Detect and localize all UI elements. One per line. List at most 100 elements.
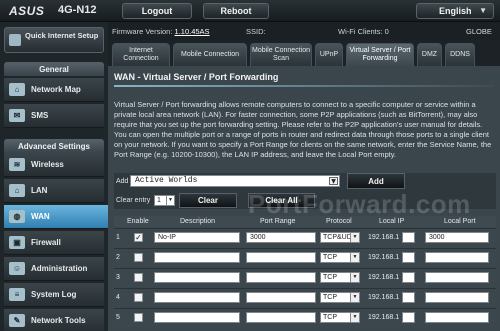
enable-checkbox[interactable] <box>134 293 143 302</box>
general-section-header: General <box>4 62 104 76</box>
tab-dmz[interactable]: DMZ <box>417 43 442 66</box>
local-port-input[interactable]: 3000 <box>425 232 489 243</box>
firmware-info: Firmware Version: 1.10.45AS <box>112 27 210 36</box>
port-range-input[interactable]: 3000 <box>246 232 316 243</box>
local-ip-input[interactable] <box>402 252 415 263</box>
firmware-version-link[interactable]: 1.10.45AS <box>175 27 210 36</box>
table-row: 2 TCP ▼ 192.168.1 <box>114 248 496 267</box>
clear-entry-value: 1 <box>157 197 161 204</box>
quick-internet-setup-button[interactable]: Quick Internet Setup <box>4 27 104 53</box>
tab-upnp[interactable]: UPnP <box>315 43 343 66</box>
port-range-input[interactable] <box>246 272 316 283</box>
enable-checkbox[interactable] <box>134 253 143 262</box>
tab-virtual-server[interactable]: Virtual Server / Port Forwarding <box>346 43 414 66</box>
title-divider <box>114 85 494 87</box>
protocol-select[interactable]: TCP ▼ <box>320 272 360 283</box>
row-number: 5 <box>116 314 120 321</box>
model-name: 4G-N12 <box>58 4 97 16</box>
enable-checkbox[interactable] <box>134 313 143 322</box>
protocol-select[interactable]: TCP&UDP ▼ <box>320 232 360 243</box>
sidebar-item-label: LAN <box>31 186 48 195</box>
add-label: Add <box>116 178 129 185</box>
local-port-input[interactable] <box>425 292 489 303</box>
wrench-icon: ✎ <box>9 314 25 327</box>
chevron-down-icon: ▼ <box>166 196 174 205</box>
globe-icon: ◍ <box>9 210 25 223</box>
chevron-down-icon: ▼ <box>350 293 359 302</box>
sidebar-item-lan[interactable]: ⌂ LAN <box>4 179 104 203</box>
local-ip-prefix: 192.168.1 <box>368 314 400 321</box>
row-number: 4 <box>116 294 120 301</box>
local-ip-input[interactable] <box>402 272 415 283</box>
sidebar-item-label: System Log <box>31 290 77 299</box>
sidebar-item-network-tools[interactable]: ✎ Network Tools <box>4 309 104 331</box>
chevron-down-icon: ▼ <box>479 6 487 15</box>
local-port-input[interactable] <box>425 312 489 323</box>
port-range-input[interactable] <box>246 292 316 303</box>
local-ip-input[interactable] <box>402 292 415 303</box>
sidebar-item-administration[interactable]: ☺ Administration <box>4 257 104 281</box>
clear-entry-label: Clear entry <box>116 197 151 204</box>
reboot-button[interactable]: Reboot <box>203 3 269 19</box>
sidebar-item-label: Network Map <box>31 85 81 94</box>
tab-mobile-connection[interactable]: Mobile Connection <box>173 43 247 66</box>
enable-checkbox[interactable]: ✓ <box>134 233 143 242</box>
wifi-clients[interactable]: Wi-Fi Clients: 0 <box>338 27 389 36</box>
sidebar-item-network-map[interactable]: ⌂ Network Map <box>4 78 104 102</box>
protocol-select[interactable]: TCP ▼ <box>320 312 360 323</box>
ssid-label: SSID: <box>246 27 266 36</box>
chevron-down-icon: ▼ <box>350 273 359 282</box>
chevron-down-icon: ▼ <box>350 233 359 242</box>
logout-button[interactable]: Logout <box>122 3 192 19</box>
sidebar-item-label: SMS <box>31 111 49 120</box>
description-input[interactable]: No-IP <box>154 232 240 243</box>
service-select[interactable]: Active Worlds ▼ <box>130 175 340 187</box>
main-content: WAN - Virtual Server / Port Forwarding V… <box>108 66 500 331</box>
port-range-input[interactable] <box>246 252 316 263</box>
firmware-label: Firmware Version: <box>112 27 173 36</box>
col-description: Description <box>180 218 216 225</box>
home-icon: ⌂ <box>9 184 25 197</box>
router-admin-page: ASUS 4G-N12 Logout Reboot English ▼ Firm… <box>0 0 500 331</box>
chevron-down-icon: ▼ <box>350 253 359 262</box>
tab-mobile-connection-scan[interactable]: Mobile Connection Scan <box>250 43 312 66</box>
advanced-section-header: Advanced Settings <box>4 139 104 153</box>
clear-button[interactable]: Clear <box>179 193 237 208</box>
sidebar-item-wan[interactable]: ◍ WAN <box>4 205 114 229</box>
sidebar-item-system-log[interactable]: ≡ System Log <box>4 283 104 307</box>
local-ip-input[interactable] <box>402 312 415 323</box>
document-icon: ≡ <box>9 288 25 301</box>
protocol-select[interactable]: TCP ▼ <box>320 252 360 263</box>
tab-internet-connection[interactable]: Internet Connection <box>112 43 170 66</box>
sidebar-item-firewall[interactable]: ▣ Firewall <box>4 231 104 255</box>
local-port-input[interactable] <box>425 272 489 283</box>
sidebar-item-label: Wireless <box>31 160 64 169</box>
enable-checkbox[interactable] <box>134 273 143 282</box>
description-input[interactable] <box>154 312 240 323</box>
description-input[interactable] <box>154 252 240 263</box>
wizard-icon <box>9 34 21 46</box>
qis-label: Quick Internet Setup <box>25 31 99 40</box>
description-input[interactable] <box>154 272 240 283</box>
sidebar-item-sms[interactable]: ✉ SMS <box>4 104 104 128</box>
local-ip-input[interactable] <box>402 232 415 243</box>
add-button[interactable]: Add <box>347 173 405 189</box>
chevron-down-icon: ▼ <box>350 313 359 322</box>
local-port-input[interactable] <box>425 252 489 263</box>
tab-ddns[interactable]: DDNS <box>445 43 475 66</box>
tab-bar: Internet Connection Mobile Connection Mo… <box>108 40 500 66</box>
protocol-select[interactable]: TCP ▼ <box>320 292 360 303</box>
description-input[interactable] <box>154 292 240 303</box>
status-bar: Firmware Version: 1.10.45AS SSID: Wi-Fi … <box>108 22 500 40</box>
col-enable: Enable <box>127 218 149 225</box>
protocol-value: TCP <box>323 274 337 281</box>
sidebar-item-wireless[interactable]: ≋ Wireless <box>4 153 104 177</box>
sidebar-item-label: Firewall <box>31 238 61 247</box>
operator-name: GLOBE <box>466 27 492 36</box>
local-ip-prefix: 192.168.1 <box>368 234 400 241</box>
clear-entry-select[interactable]: 1 ▼ <box>154 195 175 206</box>
watermark: PortForward.com <box>248 189 471 219</box>
language-select[interactable]: English ▼ <box>416 3 494 19</box>
table-row: 5 TCP ▼ 192.168.1 <box>114 308 496 327</box>
port-range-input[interactable] <box>246 312 316 323</box>
